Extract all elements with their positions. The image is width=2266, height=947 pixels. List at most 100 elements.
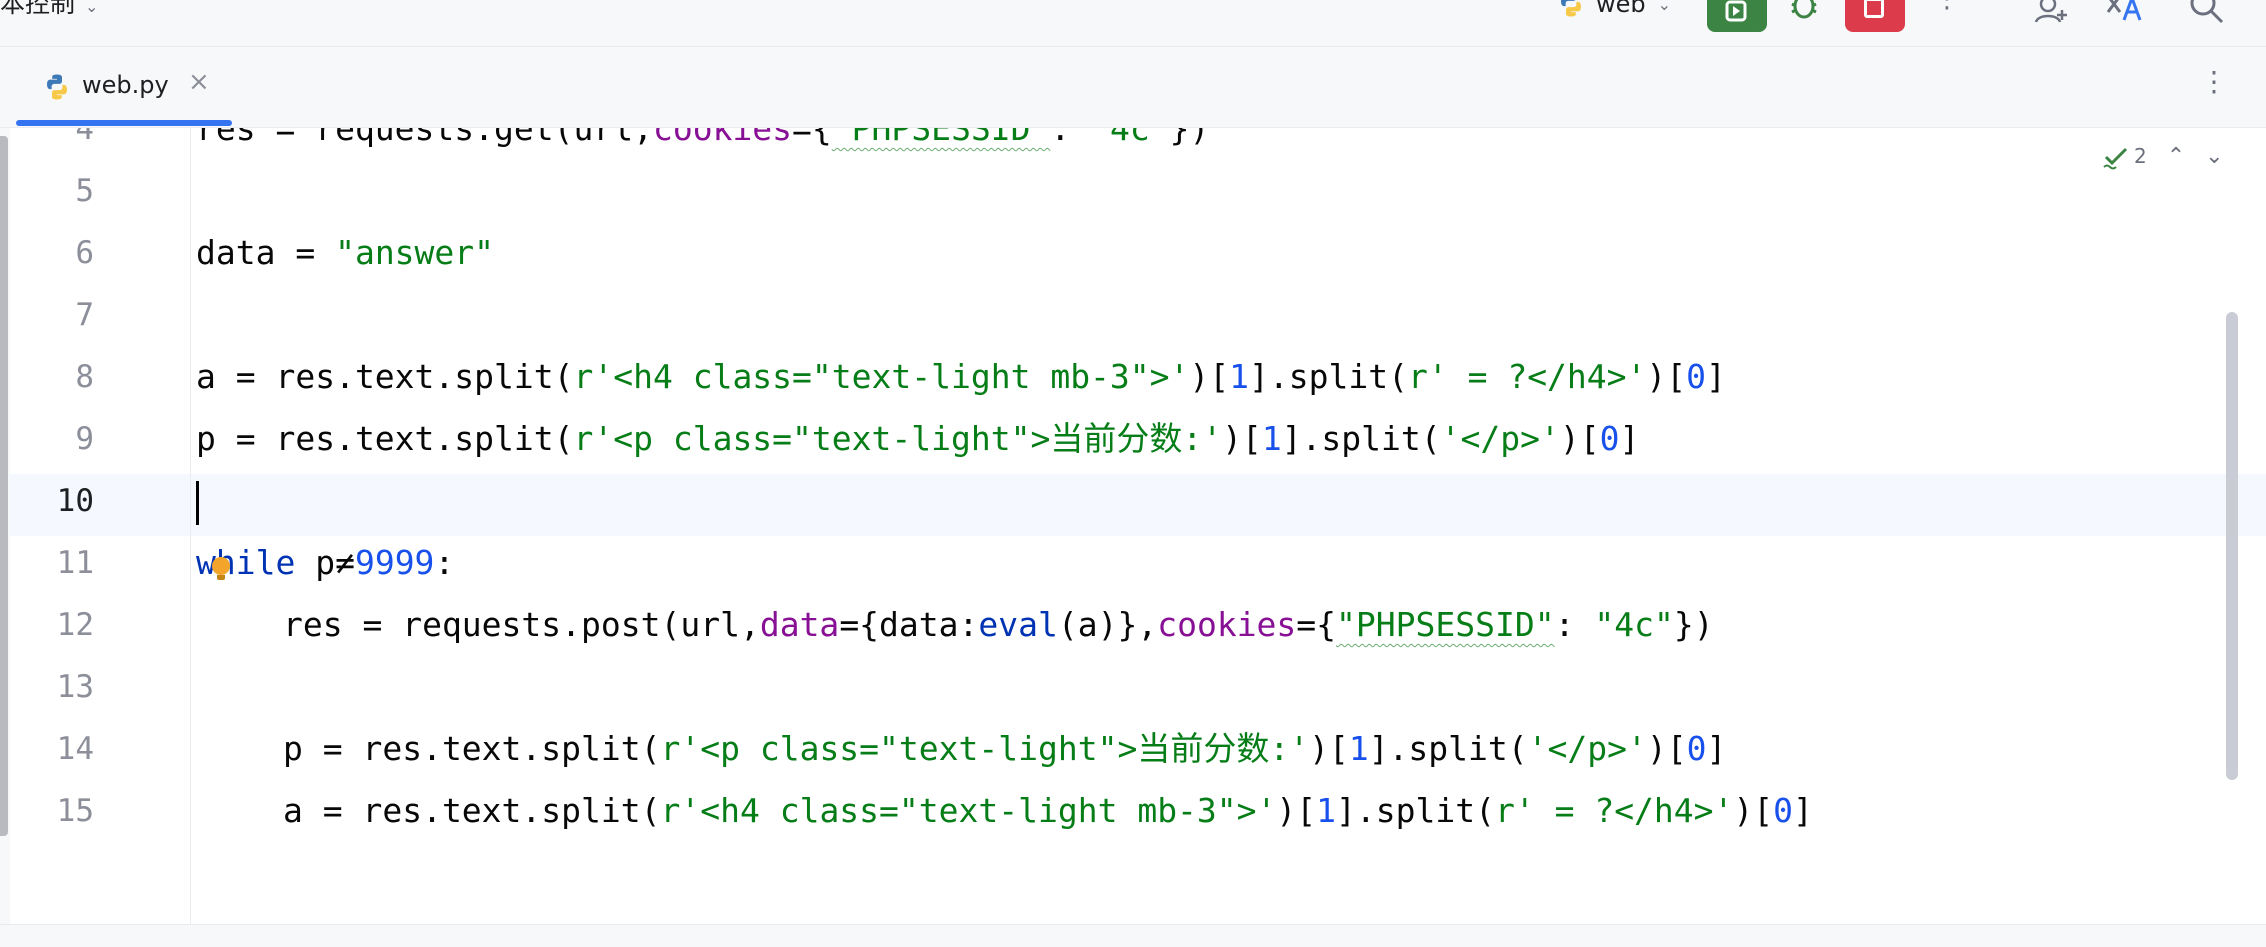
code-text[interactable]: p = res.text.split(r'<p class="text-ligh… <box>196 408 1639 470</box>
code-text[interactable] <box>196 470 199 532</box>
debug-button[interactable] <box>1784 0 1824 22</box>
translate-icon[interactable] <box>2104 0 2144 26</box>
code-text[interactable]: while p≠9999: <box>196 532 454 594</box>
bottom-bar <box>0 924 2266 947</box>
code-token: : <box>1554 605 1595 644</box>
code-token: res = requests.get(url, <box>196 128 653 148</box>
code-token: r'<h4 class="text-light mb-3">' <box>573 357 1190 396</box>
line-number: 5 <box>75 173 94 209</box>
code-token: ={ <box>1296 605 1337 644</box>
line-number: 8 <box>75 359 94 395</box>
check-icon <box>2103 147 2128 170</box>
code-line[interactable]: 13 <box>0 656 2266 718</box>
chevron-down-icon: ⌄ <box>85 0 99 16</box>
search-icon[interactable] <box>2186 0 2226 26</box>
code-token: ].split( <box>1368 729 1528 768</box>
code-token: : <box>434 543 455 582</box>
run-button[interactable] <box>1707 0 1767 32</box>
code-text[interactable]: res = requests.get(url,cookies={"PHPSESS… <box>196 128 1209 160</box>
code-token: 0 <box>1599 419 1620 458</box>
tab-web-py[interactable]: web.py × <box>16 47 232 127</box>
code-token: p = res.text.split( <box>283 729 661 768</box>
active-tab-indicator <box>16 120 232 126</box>
code-token: ].split( <box>1249 357 1408 396</box>
line-number: 7 <box>75 297 94 333</box>
code-token: ].split( <box>1281 419 1441 458</box>
code-line[interactable]: 10 <box>0 470 2266 532</box>
code-token: r'<p class="text-light">当前分数:' <box>573 419 1223 458</box>
code-token: 0 <box>1773 791 1794 830</box>
code-line[interactable]: 9 p = res.text.split(r'<p class="text-lig… <box>0 408 2266 470</box>
line-number: 12 <box>56 607 94 643</box>
code-line[interactable]: 4 res = requests.get(url,cookies={"PHPSES… <box>0 128 2266 160</box>
code-token: }) <box>1169 128 1210 148</box>
code-token: data = <box>196 233 336 272</box>
main-toolbar: 本控制 ⌄ web ⌄ ⋮ <box>0 0 2266 47</box>
vertical-scrollbar[interactable] <box>2226 312 2238 780</box>
code-line[interactable]: 14 p = res.text.split(r'<p class="text-li… <box>0 718 2266 780</box>
code-text[interactable]: a = res.text.split(r'<h4 class="text-lig… <box>196 346 1726 408</box>
code-token: 1 <box>1229 357 1250 396</box>
code-token: r'<h4 class="text-light mb-3">' <box>660 791 1277 830</box>
code-token: ] <box>1706 357 1726 396</box>
code-token: )[ <box>1646 357 1687 396</box>
line-number: 11 <box>56 545 94 581</box>
code-token: )[ <box>1559 419 1600 458</box>
code-token: : <box>1050 128 1091 148</box>
chevron-up-icon[interactable]: ⌃ <box>2167 144 2185 169</box>
line-number: 15 <box>56 793 94 829</box>
code-token: p≠ <box>295 543 355 582</box>
code-token: ].split( <box>1336 791 1495 830</box>
code-token: cookies <box>652 128 793 148</box>
code-editor[interactable]: 4 res = requests.get(url,cookies={"PHPSES… <box>0 128 2266 924</box>
code-token: "answer" <box>335 233 495 272</box>
code-token: ] <box>1619 419 1640 458</box>
inspection-widget[interactable]: 2 ⌃ ⌄ <box>2102 140 2224 172</box>
code-line[interactable]: 15 a = res.text.split(r'<h4 class="text-l… <box>0 780 2266 842</box>
tab-options-icon[interactable]: ⋮ <box>2200 65 2228 98</box>
code-line[interactable]: 11 while p≠9999: <box>0 532 2266 594</box>
tab-label: web.py <box>82 71 169 99</box>
more-actions-icon[interactable]: ⋮ <box>1934 0 1960 14</box>
code-line[interactable]: 5 <box>0 160 2266 222</box>
text-caret <box>196 480 199 525</box>
stop-button[interactable] <box>1845 0 1905 32</box>
code-token: 0 <box>1686 357 1707 396</box>
code-token: ] <box>1706 729 1727 768</box>
code-token: r'<p class="text-light">当前分数:' <box>660 729 1310 768</box>
code-token: )[ <box>1646 729 1687 768</box>
code-token: 1 <box>1316 791 1337 830</box>
code-token: data <box>759 605 840 644</box>
code-token: "4c" <box>1594 605 1674 644</box>
code-line[interactable]: 12 res = requests.post(url,data={data:eva… <box>0 594 2266 656</box>
python-file-icon <box>47 74 67 100</box>
code-text[interactable]: data = "answer" <box>196 222 494 284</box>
code-text[interactable]: p = res.text.split(r'<p class="text-ligh… <box>283 718 1726 780</box>
code-line[interactable]: 6 data = "answer" <box>0 222 2266 284</box>
code-token: '</p>' <box>1527 729 1647 768</box>
code-token: '</p>' <box>1440 419 1560 458</box>
close-icon[interactable]: × <box>188 67 210 97</box>
editor-tab-bar: web.py × ⋮ <box>0 47 2266 128</box>
vcs-widget[interactable]: 本控制 ⌄ <box>0 0 98 20</box>
lightbulb-icon[interactable] <box>212 557 230 580</box>
code-token: ={data: <box>839 605 979 644</box>
run-icon <box>1725 0 1747 22</box>
chevron-down-icon: ⌄ <box>1657 0 1672 14</box>
code-token: )[ <box>1189 357 1230 396</box>
chevron-down-icon[interactable]: ⌄ <box>2205 144 2223 169</box>
add-user-icon[interactable] <box>2030 0 2070 26</box>
python-icon <box>1561 0 1581 17</box>
inspection-count: 2 <box>2134 144 2147 168</box>
code-line[interactable]: 7 <box>0 284 2266 346</box>
code-token: 1 <box>1348 729 1369 768</box>
bug-icon <box>1791 0 1817 19</box>
code-line[interactable]: 8 a = res.text.split(r'<h4 class="text-li… <box>0 346 2266 408</box>
vcs-label: 本控制 <box>0 0 76 18</box>
run-config-selector[interactable]: web ⌄ <box>1556 0 1671 24</box>
code-token: )[ <box>1733 791 1774 830</box>
code-text[interactable]: a = res.text.split(r'<h4 class="text-lig… <box>283 780 1813 842</box>
code-text[interactable]: res = requests.post(url,data={data:eval(… <box>283 594 1714 656</box>
code-token: 0 <box>1686 729 1707 768</box>
line-number: 10 <box>56 483 94 519</box>
